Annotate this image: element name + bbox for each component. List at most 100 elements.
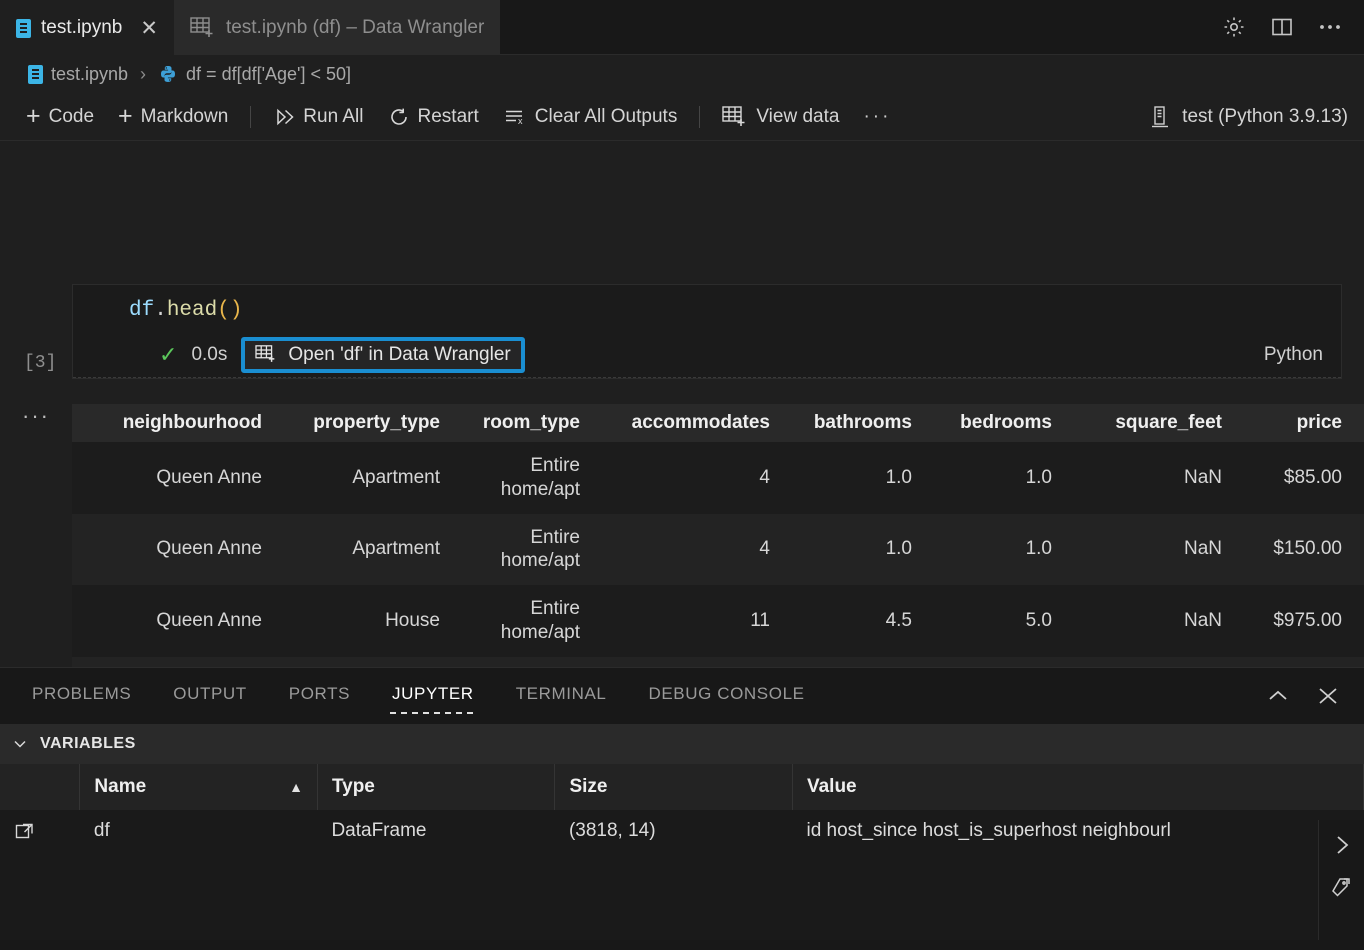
add-markdown-cell-button[interactable]: + Markdown bbox=[106, 100, 240, 133]
cell-room_type: Entire home/apt bbox=[450, 514, 590, 586]
open-in-data-wrangler-label: Open 'df' in Data Wrangler bbox=[288, 344, 510, 366]
notebook-body: [3] ··· df.head() ✓ 0.0s bbox=[0, 141, 1364, 667]
editor-tab-data-wrangler[interactable]: test.ipynb (df) – Data Wrangler bbox=[174, 0, 500, 55]
restart-label: Restart bbox=[418, 106, 479, 128]
variables-section-header[interactable]: VARIABLES bbox=[0, 724, 1364, 764]
variables-body: Name ▲ Type Size Value df DataFr bbox=[0, 764, 1364, 950]
breadcrumb: test.ipynb › df = df[df['Age'] < 50] bbox=[0, 55, 1364, 93]
cell-room_type: Entire home/apt bbox=[450, 442, 590, 514]
breadcrumb-separator: › bbox=[140, 64, 146, 85]
open-in-viewer-icon[interactable] bbox=[0, 810, 80, 852]
cell-property_type: House bbox=[272, 585, 450, 657]
cell-bathrooms: 4.5 bbox=[780, 585, 922, 657]
clear-all-outputs-label: Clear All Outputs bbox=[535, 106, 678, 128]
cell-language-label[interactable]: Python bbox=[1264, 344, 1323, 366]
variable-size: (3818, 14) bbox=[555, 810, 793, 852]
cell-square_feet: NaN bbox=[1062, 442, 1232, 514]
kernel-selector[interactable]: test (Python 3.9.13) bbox=[1148, 104, 1364, 130]
variables-column-size[interactable]: Size bbox=[555, 764, 793, 810]
cell-status-bar: ✓ 0.0s Open 'df' in Data Wrangler bbox=[73, 332, 1341, 378]
cell-availability bbox=[1352, 657, 1364, 668]
cell-neighbourhood: Queen Anne bbox=[72, 657, 272, 668]
add-code-cell-button[interactable]: + Code bbox=[14, 100, 106, 133]
table-body: Queen Anne Apartment Entire home/apt 4 1… bbox=[72, 442, 1364, 667]
close-icon[interactable]: ✕ bbox=[140, 18, 158, 39]
variables-header-row: Name ▲ Type Size Value bbox=[0, 764, 1364, 810]
maximize-panel-icon[interactable] bbox=[1264, 682, 1292, 710]
cell-code-editor[interactable]: df.head() bbox=[73, 285, 1341, 332]
editor-tab-notebook[interactable]: test.ipynb ✕ bbox=[0, 0, 174, 55]
panel-tab-debug-console[interactable]: DEBUG CONSOLE bbox=[646, 678, 806, 714]
variables-column-type[interactable]: Type bbox=[317, 764, 555, 810]
cell-availability bbox=[1352, 442, 1364, 514]
cell-property_type: Apartment bbox=[272, 657, 450, 668]
success-check-icon: ✓ bbox=[159, 342, 177, 368]
column-header-bedrooms: bedrooms bbox=[922, 404, 1062, 442]
tag-layers-icon[interactable] bbox=[1328, 876, 1356, 904]
variables-column-value[interactable]: Value bbox=[792, 764, 1363, 810]
table-row: Queen Anne Apartment Entire home/apt 4 1… bbox=[72, 442, 1364, 514]
clear-outputs-icon: x bbox=[503, 106, 527, 128]
breadcrumb-item-symbol[interactable]: df = df[df['Age'] < 50] bbox=[186, 64, 351, 85]
column-header-bathrooms: bathrooms bbox=[780, 404, 922, 442]
dataframe-table: neighbourhood property_type room_type ac… bbox=[72, 404, 1364, 667]
cell-price: $150.00 bbox=[1232, 514, 1352, 586]
panel-tab-jupyter[interactable]: JUPYTER bbox=[390, 678, 476, 714]
code-token-function: head bbox=[167, 299, 217, 322]
variable-type: DataFrame bbox=[317, 810, 555, 852]
code-token-dot: . bbox=[154, 299, 167, 322]
more-actions-icon[interactable] bbox=[1316, 13, 1344, 41]
variables-column-name[interactable]: Name ▲ bbox=[80, 764, 318, 810]
status-bar bbox=[0, 940, 1364, 950]
cell-accommodates: 3 bbox=[590, 657, 780, 668]
open-in-data-wrangler-button[interactable]: Open 'df' in Data Wrangler bbox=[241, 337, 524, 373]
split-editor-icon[interactable] bbox=[1268, 13, 1296, 41]
clear-all-outputs-button[interactable]: x Clear All Outputs bbox=[491, 102, 690, 132]
cell-accommodates: 4 bbox=[590, 514, 780, 586]
variables-section-title: VARIABLES bbox=[40, 735, 136, 753]
cell-bathrooms: 1.0 bbox=[780, 514, 922, 586]
cell-bedrooms: 1.0 bbox=[922, 514, 1062, 586]
breadcrumb-item-file[interactable]: test.ipynb bbox=[51, 64, 128, 85]
toolbar-overflow-button[interactable]: ··· bbox=[851, 102, 903, 132]
code-token-variable: df bbox=[129, 299, 154, 322]
editor-tab-label: test.ipynb (df) – Data Wrangler bbox=[226, 17, 484, 39]
svg-text:x: x bbox=[518, 116, 523, 126]
cell-more-actions-icon[interactable]: ··· bbox=[22, 403, 50, 429]
column-header-neighbourhood: neighbourhood bbox=[72, 404, 272, 442]
toolbar-divider bbox=[699, 106, 700, 128]
plus-icon: + bbox=[118, 104, 133, 129]
settings-gear-icon[interactable] bbox=[1220, 13, 1248, 41]
cell-execution-count: [3] bbox=[24, 353, 56, 373]
run-all-button[interactable]: Run All bbox=[261, 102, 375, 132]
cell-price: $975.00 bbox=[1232, 585, 1352, 657]
cell-square_feet: NaN bbox=[1062, 657, 1232, 668]
close-panel-icon[interactable] bbox=[1314, 682, 1342, 710]
panel-tab-bar: PROBLEMS OUTPUT PORTS JUPYTER TERMINAL D… bbox=[0, 668, 1364, 724]
run-all-icon bbox=[273, 106, 295, 128]
kernel-label: test (Python 3.9.13) bbox=[1182, 106, 1348, 128]
cell-square_feet: NaN bbox=[1062, 514, 1232, 586]
panel-tab-output[interactable]: OUTPUT bbox=[171, 678, 248, 714]
notebook-icon bbox=[16, 19, 31, 38]
cell-property_type: Apartment bbox=[272, 514, 450, 586]
panel-tab-ports[interactable]: PORTS bbox=[287, 678, 352, 714]
cell-square_feet: NaN bbox=[1062, 585, 1232, 657]
view-data-button[interactable]: View data bbox=[710, 101, 851, 133]
variables-row[interactable]: df DataFrame (3818, 14) id host_since ho… bbox=[0, 810, 1364, 852]
cell-room_type: Entire home/apt bbox=[450, 585, 590, 657]
restart-icon bbox=[388, 106, 410, 128]
table-row: Queen Anne House Entire home/apt 11 4.5 … bbox=[72, 585, 1364, 657]
cell-availability bbox=[1352, 514, 1364, 586]
add-code-cell-label: Code bbox=[49, 106, 94, 128]
notebook-icon bbox=[28, 65, 43, 84]
panel-tab-problems[interactable]: PROBLEMS bbox=[30, 678, 133, 714]
chevron-right-icon[interactable] bbox=[1329, 832, 1355, 858]
editor-tab-label: test.ipynb bbox=[41, 17, 122, 39]
cell-bedrooms: 1.0 bbox=[922, 442, 1062, 514]
restart-button[interactable]: Restart bbox=[376, 102, 491, 132]
variable-value: id host_since host_is_superhost neighbou… bbox=[792, 810, 1363, 852]
cell-bathrooms: 1.0 bbox=[780, 657, 922, 668]
panel-tab-terminal[interactable]: TERMINAL bbox=[514, 678, 609, 714]
cell-bedrooms: 0.0 bbox=[922, 657, 1062, 668]
